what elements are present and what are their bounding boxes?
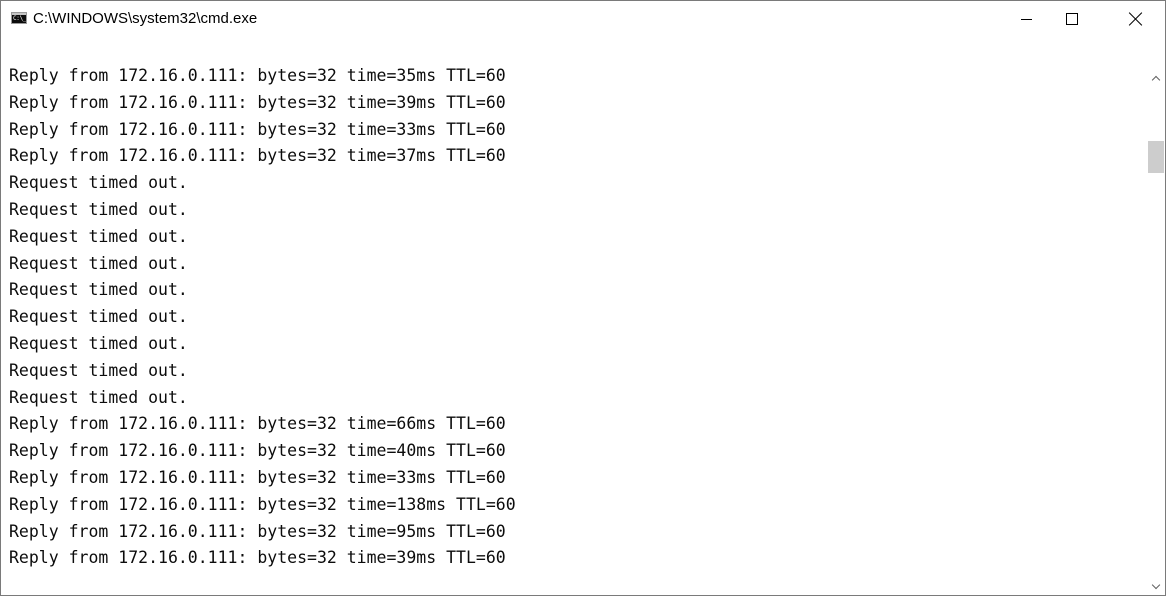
chevron-down-icon bbox=[1151, 580, 1161, 589]
close-button[interactable] bbox=[1107, 1, 1165, 37]
console-line: Request timed out. bbox=[9, 307, 188, 327]
scroll-up-button[interactable] bbox=[1147, 69, 1165, 86]
console-line: Reply from 172.16.0.111: bytes=32 time=3… bbox=[9, 467, 506, 487]
console-area[interactable]: Reply from 172.16.0.111: bytes=32 time=3… bbox=[1, 63, 1147, 595]
scroll-thumb[interactable] bbox=[1148, 141, 1164, 173]
console-line: Request timed out. bbox=[9, 387, 188, 407]
minimize-button[interactable] bbox=[1003, 1, 1049, 37]
console-line: Request timed out. bbox=[9, 280, 188, 300]
title-bar[interactable]: C:\_ C:\WINDOWS\system32\cmd.exe bbox=[1, 1, 1165, 37]
console-line: Request timed out. bbox=[9, 360, 188, 380]
console-line: Request timed out. bbox=[9, 173, 188, 193]
console-line: Reply from 172.16.0.111: bytes=32 time=3… bbox=[9, 548, 506, 568]
window-title: C:\WINDOWS\system32\cmd.exe bbox=[33, 10, 258, 27]
cmd-window: C:\_ C:\WINDOWS\system32\cmd.exe Reply f… bbox=[0, 0, 1166, 596]
chevron-up-icon bbox=[1151, 75, 1161, 84]
console-line: Request timed out. bbox=[9, 253, 188, 273]
console-line: Reply from 172.16.0.111: bytes=32 time=4… bbox=[9, 441, 506, 461]
console-line: Reply from 172.16.0.111: bytes=32 time=3… bbox=[9, 66, 506, 85]
console-line: Reply from 172.16.0.111: bytes=32 time=6… bbox=[9, 414, 506, 434]
console-line: Reply from 172.16.0.111: bytes=32 time=9… bbox=[9, 521, 506, 541]
maximize-button[interactable] bbox=[1049, 1, 1095, 37]
console-line: Request timed out. bbox=[9, 333, 188, 353]
close-icon bbox=[1129, 12, 1143, 26]
console-line: Reply from 172.16.0.111: bytes=32 time=1… bbox=[9, 494, 516, 514]
console-output: Reply from 172.16.0.111: bytes=32 time=3… bbox=[9, 63, 516, 572]
console-line: Reply from 172.16.0.111: bytes=32 time=3… bbox=[9, 92, 506, 112]
console-line: Reply from 172.16.0.111: bytes=32 time=3… bbox=[9, 146, 506, 166]
minimize-icon bbox=[1020, 18, 1032, 20]
maximize-icon bbox=[1066, 13, 1078, 25]
console-line: Request timed out. bbox=[9, 226, 188, 246]
console-line: Reply from 172.16.0.111: bytes=32 time=3… bbox=[9, 119, 506, 139]
scroll-down-button[interactable] bbox=[1147, 578, 1165, 595]
console-line: Request timed out. bbox=[9, 199, 188, 219]
vertical-scrollbar[interactable] bbox=[1147, 37, 1165, 595]
console-app-icon[interactable]: C:\_ bbox=[11, 12, 27, 24]
